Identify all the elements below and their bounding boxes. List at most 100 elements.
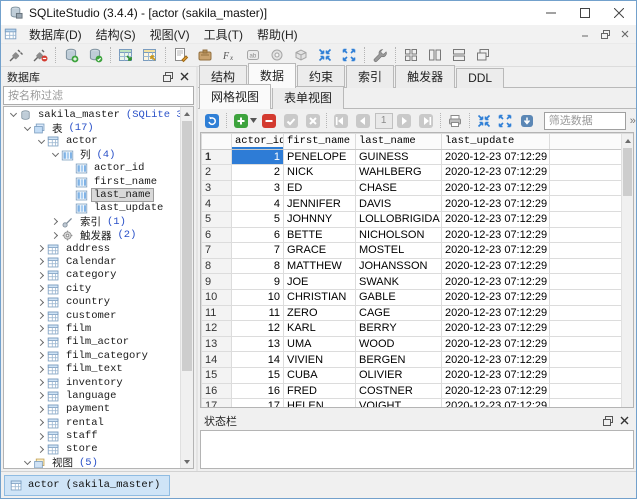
refresh-grid-icon[interactable] bbox=[201, 111, 223, 131]
cell-actor_id[interactable]: 15 bbox=[232, 367, 284, 383]
expand-all-icon[interactable] bbox=[337, 45, 361, 66]
cell-actor_id[interactable]: 12 bbox=[232, 321, 284, 337]
prev-page-icon[interactable] bbox=[352, 111, 374, 131]
page-number[interactable]: 1 bbox=[375, 113, 393, 129]
cell-last_name[interactable]: BERGEN bbox=[356, 352, 442, 368]
tree-filter-input[interactable] bbox=[3, 86, 194, 105]
cell-actor_id[interactable]: 11 bbox=[232, 305, 284, 321]
cell-last_name[interactable]: OLIVIER bbox=[356, 367, 442, 383]
row-number[interactable]: 12 bbox=[202, 321, 232, 337]
tree-item-film_category[interactable]: film_category bbox=[4, 349, 180, 362]
cell-last_update[interactable]: 2020-12-23 07:12:29 bbox=[442, 305, 550, 321]
scroll-up-icon[interactable] bbox=[181, 107, 193, 120]
cell-last_update[interactable]: 2020-12-23 07:12:29 bbox=[442, 383, 550, 399]
tree-item-表[interactable]: 表(17) bbox=[4, 121, 180, 134]
cell-last_name[interactable]: MOSTEL bbox=[356, 243, 442, 259]
cell-first_name[interactable]: CHRISTIAN bbox=[284, 289, 356, 305]
cell-actor_id[interactable]: 13 bbox=[232, 336, 284, 352]
tab-触发器[interactable]: 触发器 bbox=[395, 65, 455, 88]
next-page-icon[interactable] bbox=[394, 111, 416, 131]
row-number[interactable]: 6 bbox=[202, 227, 232, 243]
tree-item-last_update[interactable]: last_update bbox=[4, 202, 180, 215]
configuration-icon[interactable] bbox=[368, 45, 392, 66]
cell-actor_id[interactable]: 14 bbox=[232, 352, 284, 368]
grid-scrollbar[interactable] bbox=[621, 134, 633, 407]
row-number[interactable]: 15 bbox=[202, 367, 232, 383]
row-number[interactable]: 3 bbox=[202, 180, 232, 196]
close-panel-icon[interactable] bbox=[176, 69, 193, 84]
cell-last_name[interactable]: CAGE bbox=[356, 305, 442, 321]
row-number[interactable]: 16 bbox=[202, 383, 232, 399]
mdi-cascade-icon[interactable] bbox=[471, 45, 495, 66]
mdi-tile-icon[interactable] bbox=[399, 45, 423, 66]
chevron-right-icon[interactable] bbox=[35, 407, 47, 412]
tree-item-sakila_master[interactable]: sakila_master(SQLite 3) bbox=[4, 108, 180, 121]
float-panel-icon[interactable] bbox=[159, 69, 176, 84]
first-page-icon[interactable] bbox=[330, 111, 352, 131]
export-tables-icon[interactable] bbox=[138, 45, 162, 66]
cell-last_update[interactable]: 2020-12-23 07:12:29 bbox=[442, 227, 550, 243]
tree-scrollbar[interactable] bbox=[180, 107, 193, 468]
row-number[interactable]: 11 bbox=[202, 305, 232, 321]
row-number[interactable]: 9 bbox=[202, 274, 232, 290]
chevron-right-icon[interactable] bbox=[35, 447, 47, 452]
cell-first_name[interactable]: BETTE bbox=[284, 227, 356, 243]
cell-actor_id[interactable]: 8 bbox=[232, 258, 284, 274]
cell-first_name[interactable]: JENNIFER bbox=[284, 196, 356, 212]
fit-window-icon[interactable] bbox=[494, 111, 516, 131]
scroll-up-icon[interactable] bbox=[622, 134, 633, 147]
mdi-minimize-button[interactable] bbox=[576, 26, 594, 42]
row-number[interactable]: 8 bbox=[202, 258, 232, 274]
row-number[interactable]: 13 bbox=[202, 336, 232, 352]
row-number[interactable]: 5 bbox=[202, 211, 232, 227]
row-number[interactable]: 2 bbox=[202, 165, 232, 181]
tree-item-film[interactable]: film bbox=[4, 322, 180, 335]
cell-last_update[interactable]: 2020-12-23 07:12:29 bbox=[442, 243, 550, 259]
chevron-right-icon[interactable] bbox=[35, 380, 47, 385]
functions-icon[interactable]: Fx bbox=[217, 45, 241, 66]
mdi-tile-vertical-icon[interactable] bbox=[423, 45, 447, 66]
tree-item-actor[interactable]: actor bbox=[4, 135, 180, 148]
cell-last_name[interactable]: COSTNER bbox=[356, 383, 442, 399]
tree-item-payment[interactable]: payment bbox=[4, 403, 180, 416]
row-number[interactable]: 17 bbox=[202, 399, 232, 408]
chevron-down-icon[interactable] bbox=[7, 113, 19, 116]
chevron-right-icon[interactable] bbox=[35, 246, 47, 251]
chevron-right-icon[interactable] bbox=[35, 326, 47, 331]
cell-last_name[interactable]: WOOD bbox=[356, 336, 442, 352]
mdi-tile-horizontal-icon[interactable] bbox=[447, 45, 471, 66]
cell-last_update[interactable]: 2020-12-23 07:12:29 bbox=[442, 352, 550, 368]
cell-last_name[interactable]: NICHOLSON bbox=[356, 227, 442, 243]
cell-last_name[interactable]: SWANK bbox=[356, 274, 442, 290]
cell-actor_id[interactable]: 5 bbox=[232, 211, 284, 227]
cell-first_name[interactable]: VIVIEN bbox=[284, 352, 356, 368]
cell-last_update[interactable]: 2020-12-23 07:12:29 bbox=[442, 399, 550, 408]
cell-last_name[interactable]: GUINESS bbox=[356, 149, 442, 165]
cell-last_update[interactable]: 2020-12-23 07:12:29 bbox=[442, 321, 550, 337]
chevron-right-icon[interactable] bbox=[49, 219, 61, 224]
print-icon[interactable] bbox=[444, 111, 466, 131]
chevron-right-icon[interactable] bbox=[35, 300, 47, 305]
view-tab-网格视图[interactable]: 网格视图 bbox=[199, 84, 271, 109]
fit-columns-icon[interactable] bbox=[473, 111, 495, 131]
cell-actor_id[interactable]: 17 bbox=[232, 399, 284, 408]
tree-item-actor_id[interactable]: actor_id bbox=[4, 162, 180, 175]
cell-last_update[interactable]: 2020-12-23 07:12:29 bbox=[442, 289, 550, 305]
menu-item-帮助H[interactable]: 帮助(H) bbox=[250, 25, 305, 44]
mdi-restore-button[interactable] bbox=[596, 26, 614, 42]
cell-first_name[interactable]: JOHNNY bbox=[284, 211, 356, 227]
tree-item-视图[interactable]: 视图(5) bbox=[4, 456, 180, 469]
cell-last_update[interactable]: 2020-12-23 07:12:29 bbox=[442, 336, 550, 352]
cell-first_name[interactable]: GRACE bbox=[284, 243, 356, 259]
collapse-all-icon[interactable] bbox=[313, 45, 337, 66]
cell-first_name[interactable]: PENELOPE bbox=[284, 149, 356, 165]
tree-item-索引[interactable]: 索引(1) bbox=[4, 215, 180, 228]
tree-item-language[interactable]: language bbox=[4, 389, 180, 402]
row-number[interactable]: 14 bbox=[202, 352, 232, 368]
chevron-right-icon[interactable] bbox=[35, 286, 47, 291]
cell-first_name[interactable]: FRED bbox=[284, 383, 356, 399]
cell-last_name[interactable]: DAVIS bbox=[356, 196, 442, 212]
add-database-icon[interactable] bbox=[59, 45, 83, 66]
chevron-right-icon[interactable] bbox=[35, 393, 47, 398]
cell-last_update[interactable]: 2020-12-23 07:12:29 bbox=[442, 165, 550, 181]
